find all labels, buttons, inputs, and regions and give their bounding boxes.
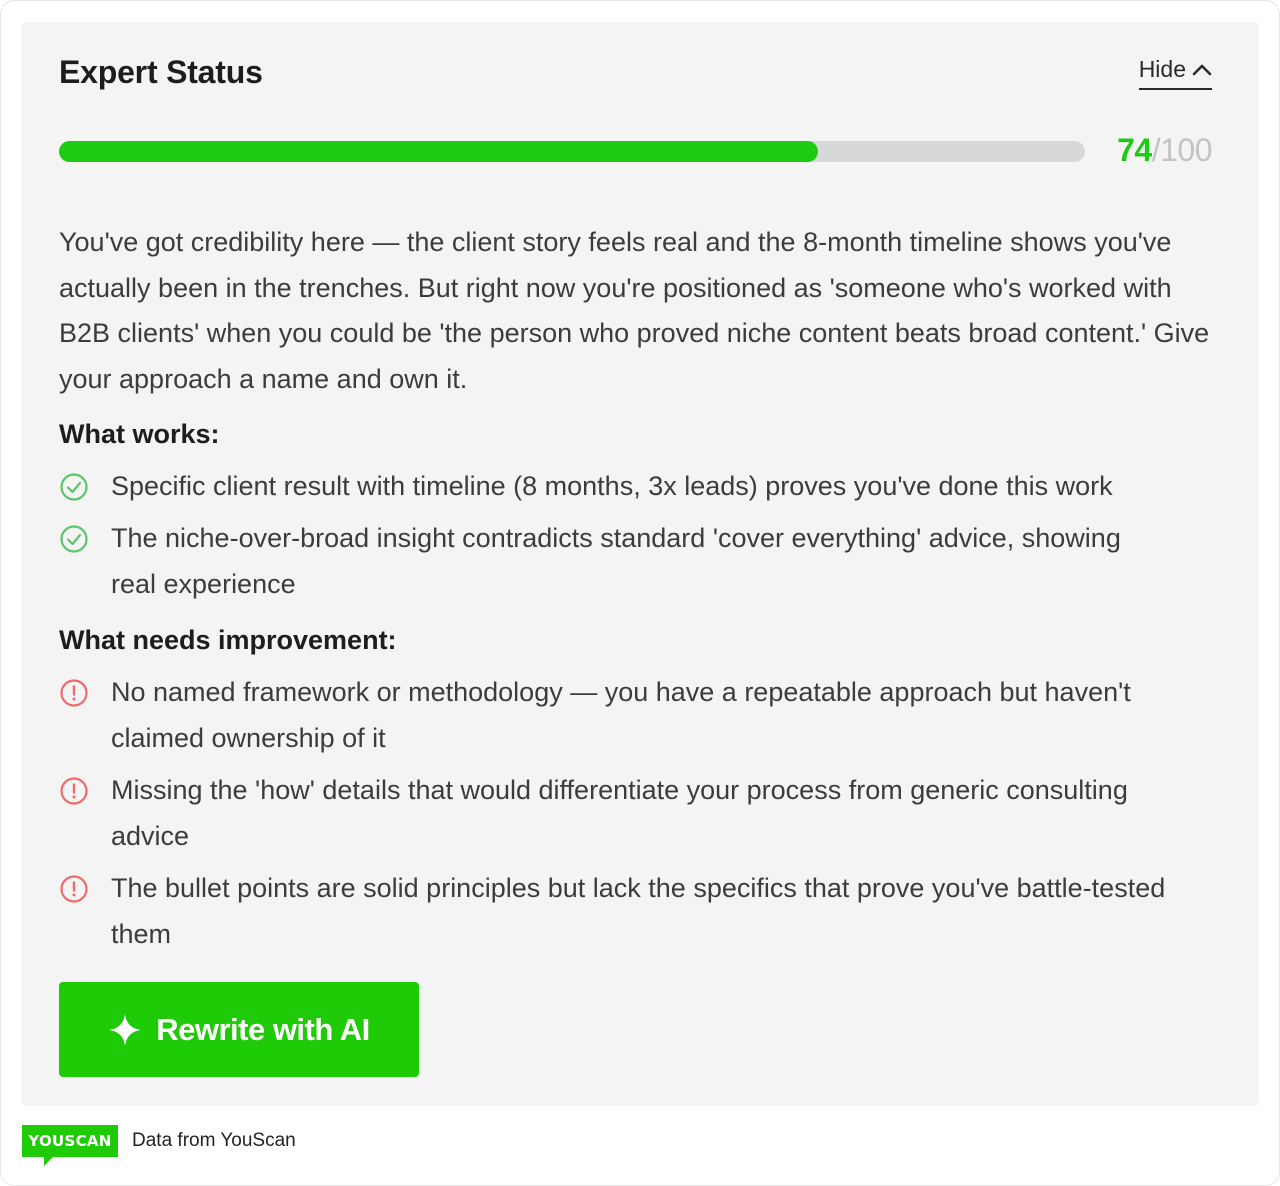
score-max: 100 (1160, 132, 1212, 168)
improve-item-text: The bullet points are solid principles b… (111, 873, 1166, 949)
works-item: Specific client result with timeline (8 … (59, 464, 1229, 510)
alert-circle-icon (59, 866, 111, 909)
chevron-up-icon (1192, 64, 1212, 75)
hide-button[interactable]: Hide (1138, 56, 1212, 90)
rewrite-with-ai-button[interactable]: Rewrite with AI (59, 982, 419, 1077)
alert-circle-icon (59, 670, 111, 713)
summary-text: You've got credibility here — the client… (59, 227, 1210, 394)
score-readout: 74/100 (1117, 132, 1212, 169)
card-header: Expert Status Hide (59, 54, 1212, 94)
improve-item-text: Missing the 'how' details that would dif… (111, 775, 1128, 851)
improve-heading: What needs improvement: (59, 625, 397, 655)
rewrite-button-label: Rewrite with AI (156, 1011, 370, 1047)
score-value: 74 (1117, 132, 1152, 168)
works-item-text: The niche-over-broad insight contradicts… (111, 523, 1121, 599)
check-circle-icon (59, 516, 111, 559)
card-title: Expert Status (59, 54, 263, 90)
expert-status-card: Expert Status Hide 74/100 You've got cre… (22, 22, 1259, 1106)
progress-fill (59, 141, 819, 162)
works-heading: What works: (59, 419, 220, 449)
footer: YOUSCAN Data from YouScan (22, 1125, 296, 1167)
logo-tail-shape (44, 1156, 54, 1166)
improve-item: Missing the 'how' details that would dif… (59, 768, 1229, 859)
footer-text: Data from YouScan (132, 1130, 296, 1151)
improve-item-text: No named framework or methodology — you … (111, 677, 1131, 753)
youscan-logo-text: YOUSCAN (22, 1125, 118, 1157)
works-item-text: Specific client result with timeline (8 … (111, 471, 1113, 501)
improve-item: No named framework or methodology — you … (59, 670, 1229, 761)
sparkle-icon (109, 1013, 142, 1046)
works-item: The niche-over-broad insight contradicts… (59, 516, 1229, 607)
improve-item: The bullet points are solid principles b… (59, 866, 1229, 957)
alert-circle-icon (59, 768, 111, 811)
hide-label: Hide (1138, 56, 1186, 82)
score-separator: / (1151, 132, 1161, 168)
youscan-logo: YOUSCAN (22, 1125, 118, 1166)
widget-frame: Expert Status Hide 74/100 You've got cre… (0, 0, 1280, 1186)
check-circle-icon (59, 464, 111, 507)
score-progress: 74/100 (59, 132, 1212, 174)
progress-track (59, 141, 1085, 162)
